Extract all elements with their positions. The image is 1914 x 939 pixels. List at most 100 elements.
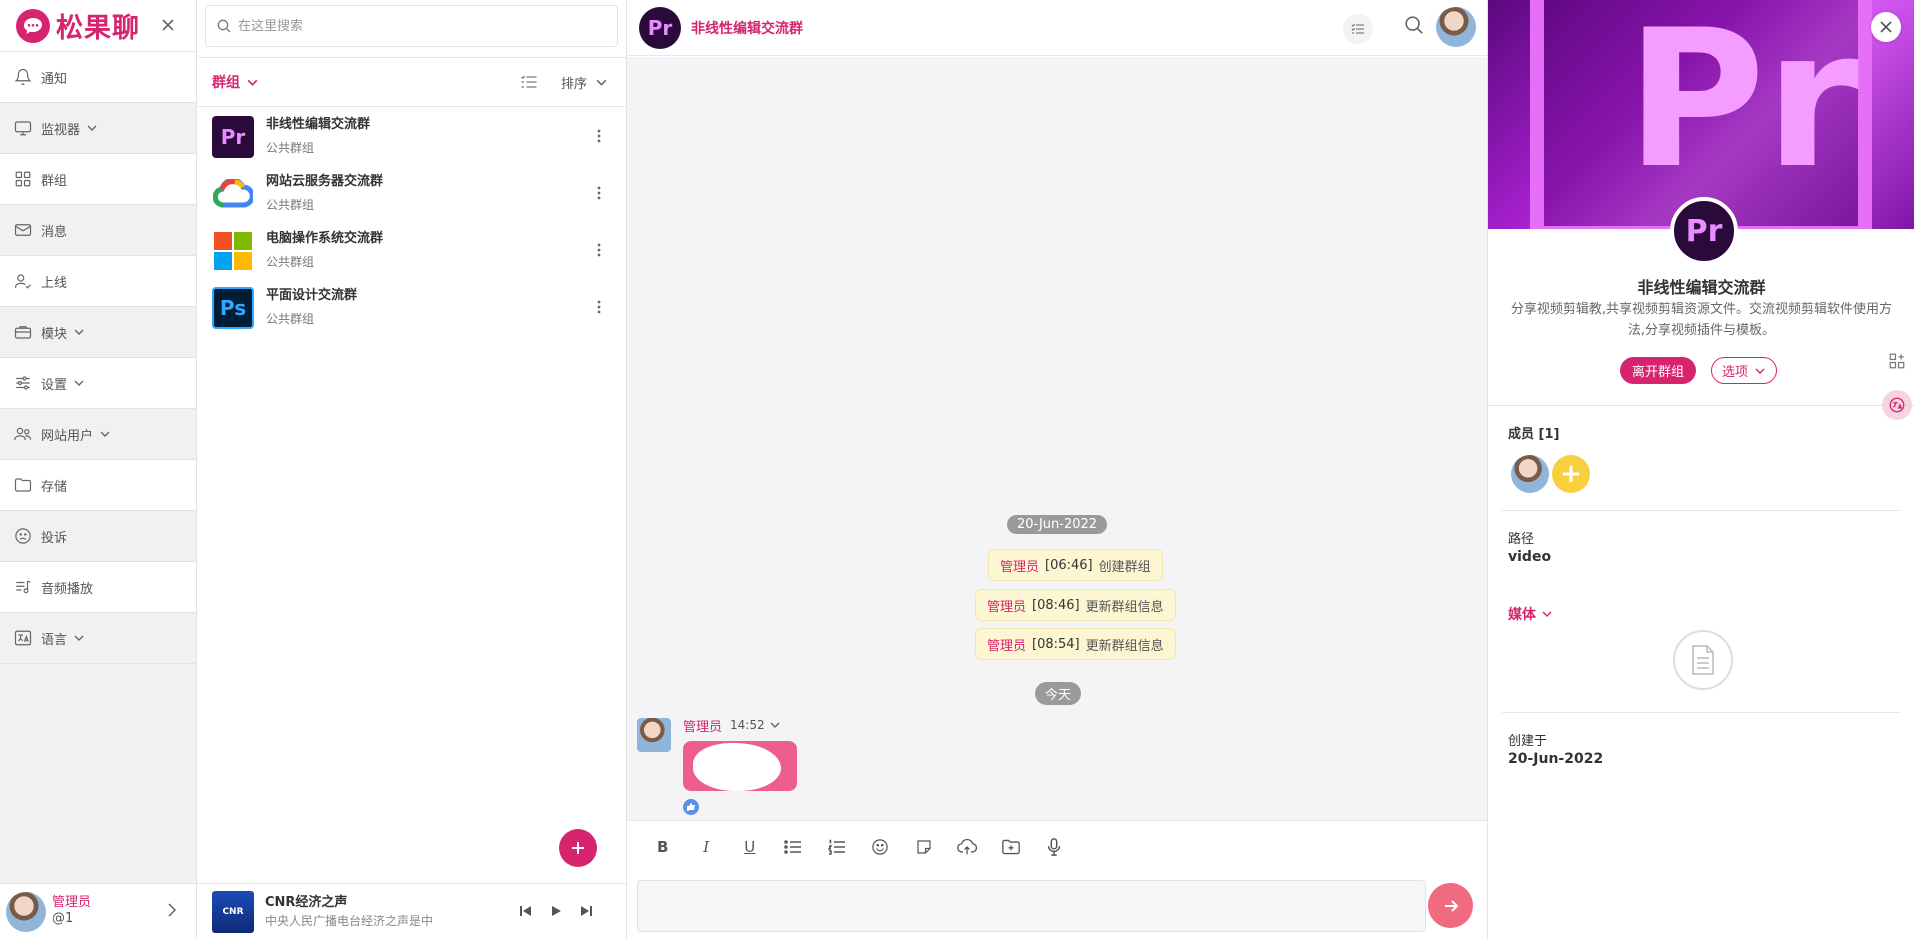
options-label: 选项: [1722, 365, 1749, 380]
search-icon[interactable]: [1403, 14, 1425, 36]
create-group-button[interactable]: [559, 829, 597, 867]
sidebar-item-monitor[interactable]: 监视器: [0, 103, 196, 154]
play-icon[interactable]: [549, 904, 563, 918]
list-item[interactable]: Pr 非线性编辑交流群 公共群组: [197, 108, 626, 165]
current-user[interactable]: 管理员 @1: [0, 883, 196, 939]
groups-filter-dropdown[interactable]: 群组: [212, 72, 259, 92]
chevron-down-icon: [73, 326, 85, 338]
group-type: 公共群组: [266, 198, 315, 212]
premiere-group-icon: Pr: [212, 115, 254, 158]
search-icon: [216, 18, 232, 34]
sidebar-item-notifications[interactable]: 通知: [0, 52, 196, 103]
group-name: 电脑操作系统交流群: [266, 231, 384, 246]
qr-apps-icon[interactable]: [1882, 346, 1912, 376]
system-message: 管理员 [08:54] 更新群组信息: [975, 628, 1176, 660]
sidebar-item-messages[interactable]: 消息: [0, 205, 196, 256]
close-sidebar-icon[interactable]: [158, 15, 178, 35]
cloud-upload-icon[interactable]: [946, 835, 990, 859]
translate-float-icon[interactable]: [1882, 390, 1912, 420]
message-input[interactable]: [637, 880, 1426, 932]
next-track-icon[interactable]: [579, 904, 593, 918]
more-vertical-icon[interactable]: [597, 299, 601, 315]
previous-track-icon[interactable]: [519, 904, 533, 918]
message-author[interactable]: 管理员: [683, 716, 722, 735]
checklist-icon[interactable]: [519, 72, 539, 92]
avatar[interactable]: [1436, 7, 1476, 47]
sidebar-item-label: 设置: [41, 377, 68, 393]
sidebar-item-online[interactable]: 上线: [0, 256, 196, 307]
close-panel-button[interactable]: [1871, 12, 1901, 42]
list-item[interactable]: 电脑操作系统交流群 公共群组: [197, 222, 626, 279]
emoji-icon[interactable]: [859, 835, 903, 859]
sidebar-item-language[interactable]: 语言: [0, 613, 196, 664]
media-toggle[interactable]: 媒体: [1508, 604, 1553, 624]
sliders-icon: [13, 373, 33, 393]
list-item[interactable]: Ps 平面设计交流群 公共群组: [197, 279, 626, 336]
list-item[interactable]: 网站云服务器交流群 公共群组: [197, 165, 626, 222]
system-message-text: 创建群组: [1098, 559, 1151, 575]
bold-button[interactable]: B: [641, 835, 685, 859]
bullet-list-icon[interactable]: [772, 835, 816, 859]
message-time-text: 14:52: [730, 718, 765, 732]
message-image[interactable]: [683, 741, 797, 791]
divider: [1502, 712, 1900, 713]
group-name: 网站云服务器交流群: [266, 174, 384, 189]
sticker-icon[interactable]: [902, 835, 946, 859]
sidebar-item-label: 通知: [41, 71, 68, 87]
sort-dropdown[interactable]: 排序: [561, 73, 608, 92]
sidebar-item-site-users[interactable]: 网站用户: [0, 409, 196, 460]
italic-button[interactable]: I: [685, 835, 729, 859]
more-vertical-icon[interactable]: [597, 242, 601, 258]
bell-icon: [13, 67, 33, 87]
user-name: 管理员: [52, 895, 92, 910]
avatar[interactable]: [637, 718, 671, 752]
send-button[interactable]: [1428, 883, 1473, 928]
sidebar-item-label: 网站用户: [41, 428, 94, 444]
sidebar-item-modules[interactable]: 模块: [0, 307, 196, 358]
members-label: 成员 [1]: [1508, 427, 1560, 442]
underline-button[interactable]: U: [728, 835, 772, 859]
thumbs-up-icon[interactable]: [683, 799, 699, 815]
windows-group-icon: [212, 230, 254, 272]
member-avatar[interactable]: [1511, 455, 1549, 493]
today-pill: 今天: [1035, 682, 1082, 705]
search-box[interactable]: [205, 5, 618, 47]
sidebar-item-label: 投诉: [41, 530, 68, 546]
monitor-icon: [13, 118, 33, 138]
sort-label: 排序: [561, 76, 588, 92]
chevron-down-icon: [86, 122, 98, 134]
folder-add-icon[interactable]: [989, 835, 1033, 859]
search-input[interactable]: [238, 18, 598, 34]
message-composer: B I U: [627, 820, 1487, 939]
numbered-list-icon[interactable]: [815, 835, 859, 859]
more-vertical-icon[interactable]: [597, 128, 601, 144]
created-label: 创建于: [1508, 734, 1548, 749]
group-info-panel: Pr Pr 非线性编辑交流群 分享视频剪辑教,共享视频剪辑资源文件。交流视频剪辑…: [1487, 0, 1914, 939]
chevron-right-icon[interactable]: [164, 902, 180, 918]
add-member-button[interactable]: +: [1552, 455, 1590, 493]
message-list: 20-Jun-2022 管理员 [06:46] 创建群组 管理员 [08:46]…: [627, 57, 1487, 820]
checklist-icon[interactable]: [1343, 14, 1373, 44]
chevron-down-icon: [73, 377, 85, 389]
radio-cover: CNR: [212, 890, 254, 933]
sidebar-item-label: 语言: [41, 632, 68, 648]
sidebar-item-complaints[interactable]: 投诉: [0, 511, 196, 562]
group-avatar[interactable]: Pr: [639, 6, 681, 49]
sidebar-item-groups[interactable]: 群组: [0, 154, 196, 205]
group-list-panel: 群组 排序 Pr 非线性编辑交流群 公共群组 网站云服务器交流群 公共群组: [197, 0, 627, 939]
leave-group-button[interactable]: 离开群组: [1620, 357, 1697, 384]
group-type: 公共群组: [266, 141, 315, 155]
message-time[interactable]: 14:52: [730, 718, 781, 732]
sidebar-item-settings[interactable]: 设置: [0, 358, 196, 409]
options-button[interactable]: 选项: [1711, 357, 1778, 384]
close-icon: [1880, 21, 1892, 33]
sidebar-item-audio[interactable]: 音频播放: [0, 562, 196, 613]
created-value: 20-Jun-2022: [1508, 751, 1604, 767]
path-value: video: [1508, 549, 1552, 565]
microphone-icon[interactable]: [1033, 835, 1077, 859]
more-vertical-icon[interactable]: [597, 185, 601, 201]
system-message-text: 更新群组信息: [1085, 638, 1164, 654]
chat-title[interactable]: 非线性编辑交流群: [691, 18, 803, 38]
sidebar-item-storage[interactable]: 存储: [0, 460, 196, 511]
user-handle: @1: [52, 911, 74, 926]
